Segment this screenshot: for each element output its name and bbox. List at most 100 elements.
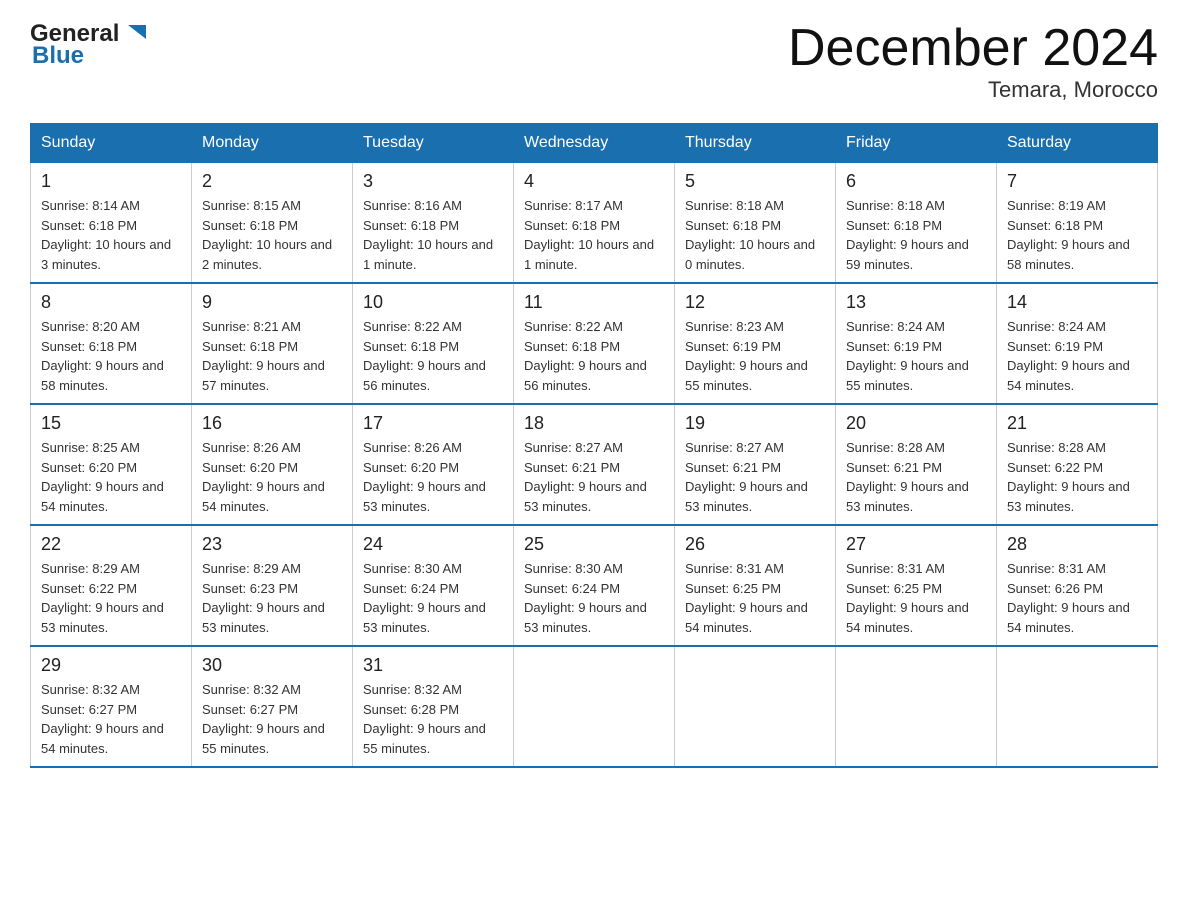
calendar-cell [997,646,1158,767]
day-number: 8 [41,292,181,313]
day-info: Sunrise: 8:27 AMSunset: 6:21 PMDaylight:… [524,440,647,514]
day-number: 4 [524,171,664,192]
calendar-cell: 28 Sunrise: 8:31 AMSunset: 6:26 PMDaylig… [997,525,1158,646]
calendar-cell: 21 Sunrise: 8:28 AMSunset: 6:22 PMDaylig… [997,404,1158,525]
day-number: 28 [1007,534,1147,555]
calendar-cell: 8 Sunrise: 8:20 AMSunset: 6:18 PMDayligh… [31,283,192,404]
calendar-week-row: 1 Sunrise: 8:14 AMSunset: 6:18 PMDayligh… [31,163,1158,284]
title-block: December 2024 Temara, Morocco [788,20,1158,103]
day-info: Sunrise: 8:15 AMSunset: 6:18 PMDaylight:… [202,198,332,272]
day-info: Sunrise: 8:18 AMSunset: 6:18 PMDaylight:… [846,198,969,272]
calendar-cell: 26 Sunrise: 8:31 AMSunset: 6:25 PMDaylig… [675,525,836,646]
day-info: Sunrise: 8:32 AMSunset: 6:27 PMDaylight:… [41,682,164,756]
logo: General Blue [30,20,152,70]
day-info: Sunrise: 8:31 AMSunset: 6:26 PMDaylight:… [1007,561,1130,635]
day-info: Sunrise: 8:31 AMSunset: 6:25 PMDaylight:… [846,561,969,635]
calendar-cell: 9 Sunrise: 8:21 AMSunset: 6:18 PMDayligh… [192,283,353,404]
day-info: Sunrise: 8:26 AMSunset: 6:20 PMDaylight:… [363,440,486,514]
day-number: 16 [202,413,342,434]
calendar-cell: 20 Sunrise: 8:28 AMSunset: 6:21 PMDaylig… [836,404,997,525]
day-info: Sunrise: 8:18 AMSunset: 6:18 PMDaylight:… [685,198,815,272]
day-info: Sunrise: 8:29 AMSunset: 6:23 PMDaylight:… [202,561,325,635]
calendar-cell: 30 Sunrise: 8:32 AMSunset: 6:27 PMDaylig… [192,646,353,767]
calendar-cell: 23 Sunrise: 8:29 AMSunset: 6:23 PMDaylig… [192,525,353,646]
calendar-cell: 29 Sunrise: 8:32 AMSunset: 6:27 PMDaylig… [31,646,192,767]
day-number: 20 [846,413,986,434]
day-info: Sunrise: 8:22 AMSunset: 6:18 PMDaylight:… [363,319,486,393]
day-info: Sunrise: 8:28 AMSunset: 6:22 PMDaylight:… [1007,440,1130,514]
day-info: Sunrise: 8:24 AMSunset: 6:19 PMDaylight:… [846,319,969,393]
calendar-cell: 7 Sunrise: 8:19 AMSunset: 6:18 PMDayligh… [997,163,1158,284]
day-number: 12 [685,292,825,313]
day-of-week-header: Friday [836,124,997,163]
calendar-header-row: SundayMondayTuesdayWednesdayThursdayFrid… [31,124,1158,163]
day-number: 14 [1007,292,1147,313]
calendar-cell: 19 Sunrise: 8:27 AMSunset: 6:21 PMDaylig… [675,404,836,525]
day-number: 23 [202,534,342,555]
day-number: 17 [363,413,503,434]
day-of-week-header: Monday [192,124,353,163]
calendar-cell: 2 Sunrise: 8:15 AMSunset: 6:18 PMDayligh… [192,163,353,284]
day-info: Sunrise: 8:31 AMSunset: 6:25 PMDaylight:… [685,561,808,635]
calendar-week-row: 15 Sunrise: 8:25 AMSunset: 6:20 PMDaylig… [31,404,1158,525]
calendar-table: SundayMondayTuesdayWednesdayThursdayFrid… [30,123,1158,768]
day-number: 25 [524,534,664,555]
day-info: Sunrise: 8:26 AMSunset: 6:20 PMDaylight:… [202,440,325,514]
calendar-cell: 6 Sunrise: 8:18 AMSunset: 6:18 PMDayligh… [836,163,997,284]
day-number: 9 [202,292,342,313]
day-of-week-header: Saturday [997,124,1158,163]
day-number: 13 [846,292,986,313]
calendar-cell: 24 Sunrise: 8:30 AMSunset: 6:24 PMDaylig… [353,525,514,646]
calendar-cell: 11 Sunrise: 8:22 AMSunset: 6:18 PMDaylig… [514,283,675,404]
day-info: Sunrise: 8:22 AMSunset: 6:18 PMDaylight:… [524,319,647,393]
day-number: 15 [41,413,181,434]
day-number: 29 [41,655,181,676]
day-info: Sunrise: 8:27 AMSunset: 6:21 PMDaylight:… [685,440,808,514]
day-info: Sunrise: 8:29 AMSunset: 6:22 PMDaylight:… [41,561,164,635]
calendar-cell: 31 Sunrise: 8:32 AMSunset: 6:28 PMDaylig… [353,646,514,767]
calendar-cell [514,646,675,767]
month-title: December 2024 [788,20,1158,77]
day-number: 24 [363,534,503,555]
day-info: Sunrise: 8:17 AMSunset: 6:18 PMDaylight:… [524,198,654,272]
logo-triangle-icon [122,17,152,47]
day-number: 3 [363,171,503,192]
day-info: Sunrise: 8:20 AMSunset: 6:18 PMDaylight:… [41,319,164,393]
calendar-cell: 13 Sunrise: 8:24 AMSunset: 6:19 PMDaylig… [836,283,997,404]
day-info: Sunrise: 8:32 AMSunset: 6:28 PMDaylight:… [363,682,486,756]
day-info: Sunrise: 8:16 AMSunset: 6:18 PMDaylight:… [363,198,493,272]
calendar-cell: 16 Sunrise: 8:26 AMSunset: 6:20 PMDaylig… [192,404,353,525]
day-of-week-header: Sunday [31,124,192,163]
day-number: 30 [202,655,342,676]
day-number: 31 [363,655,503,676]
calendar-cell: 27 Sunrise: 8:31 AMSunset: 6:25 PMDaylig… [836,525,997,646]
day-number: 18 [524,413,664,434]
day-number: 2 [202,171,342,192]
day-number: 22 [41,534,181,555]
calendar-cell: 4 Sunrise: 8:17 AMSunset: 6:18 PMDayligh… [514,163,675,284]
day-number: 11 [524,292,664,313]
calendar-cell: 25 Sunrise: 8:30 AMSunset: 6:24 PMDaylig… [514,525,675,646]
day-info: Sunrise: 8:30 AMSunset: 6:24 PMDaylight:… [363,561,486,635]
page-header: General Blue December 2024 Temara, Moroc… [30,20,1158,103]
day-info: Sunrise: 8:23 AMSunset: 6:19 PMDaylight:… [685,319,808,393]
day-number: 1 [41,171,181,192]
day-of-week-header: Wednesday [514,124,675,163]
day-info: Sunrise: 8:21 AMSunset: 6:18 PMDaylight:… [202,319,325,393]
day-of-week-header: Thursday [675,124,836,163]
calendar-cell [675,646,836,767]
calendar-cell: 10 Sunrise: 8:22 AMSunset: 6:18 PMDaylig… [353,283,514,404]
calendar-cell: 5 Sunrise: 8:18 AMSunset: 6:18 PMDayligh… [675,163,836,284]
day-number: 6 [846,171,986,192]
day-number: 5 [685,171,825,192]
calendar-week-row: 22 Sunrise: 8:29 AMSunset: 6:22 PMDaylig… [31,525,1158,646]
calendar-cell: 22 Sunrise: 8:29 AMSunset: 6:22 PMDaylig… [31,525,192,646]
calendar-cell [836,646,997,767]
calendar-cell: 17 Sunrise: 8:26 AMSunset: 6:20 PMDaylig… [353,404,514,525]
day-info: Sunrise: 8:24 AMSunset: 6:19 PMDaylight:… [1007,319,1130,393]
calendar-cell: 14 Sunrise: 8:24 AMSunset: 6:19 PMDaylig… [997,283,1158,404]
day-number: 19 [685,413,825,434]
calendar-cell: 15 Sunrise: 8:25 AMSunset: 6:20 PMDaylig… [31,404,192,525]
calendar-cell: 12 Sunrise: 8:23 AMSunset: 6:19 PMDaylig… [675,283,836,404]
day-number: 10 [363,292,503,313]
